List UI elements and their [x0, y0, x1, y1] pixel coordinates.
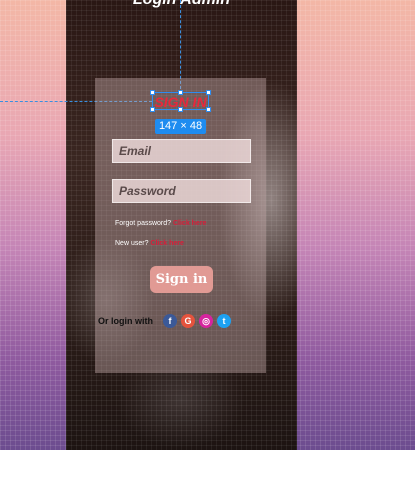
password-input[interactable]: Password [112, 179, 251, 203]
forgot-password-link[interactable]: Click here [173, 220, 206, 227]
page-title: Login Admin [66, 0, 297, 9]
resize-handle-tm[interactable] [178, 90, 183, 95]
resize-handle-bl[interactable] [150, 107, 155, 112]
selected-heading-box[interactable]: SIGN IN [150, 90, 211, 112]
resize-handle-tr[interactable] [206, 90, 211, 95]
new-user-row: New user? Click here [115, 240, 184, 247]
social-login-label: Or login with [98, 316, 153, 326]
instagram-icon[interactable]: ◎ [199, 314, 213, 328]
twitter-icon[interactable]: t [217, 314, 231, 328]
forgot-password-row: Forgot password? Click here [115, 220, 206, 227]
facebook-icon[interactable]: f [163, 314, 177, 328]
resize-handle-br[interactable] [206, 107, 211, 112]
new-user-text: New user? [115, 240, 149, 247]
google-icon[interactable]: G [181, 314, 195, 328]
forgot-password-text: Forgot password? [115, 220, 172, 227]
sign-in-button[interactable]: Sign in [150, 266, 213, 293]
social-login-row: Or login with f G ◎ t [98, 313, 231, 329]
dimension-badge: 147 × 48 [155, 119, 206, 134]
email-input[interactable]: Email [112, 139, 251, 163]
new-user-link[interactable]: Click here [150, 240, 183, 247]
resize-handle-tl[interactable] [150, 90, 155, 95]
resize-handle-bm[interactable] [178, 107, 183, 112]
